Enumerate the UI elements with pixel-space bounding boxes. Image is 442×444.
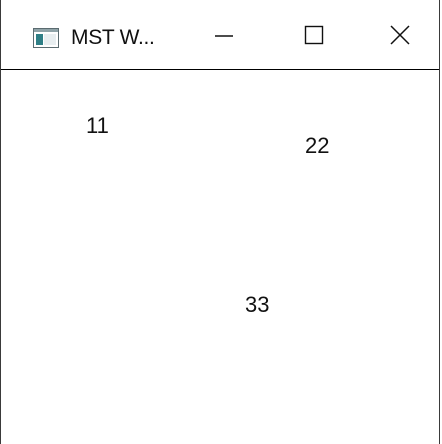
minimize-icon	[214, 25, 234, 45]
maximize-icon	[304, 25, 324, 45]
close-button[interactable]	[359, 0, 441, 70]
maximize-button[interactable]	[269, 0, 359, 70]
window-title: MST W...	[71, 26, 155, 49]
minimize-button[interactable]	[179, 0, 269, 70]
app-window: MST W... 11 22 33	[0, 0, 440, 444]
app-window-icon	[33, 28, 59, 48]
label-33: 33	[245, 292, 270, 317]
close-icon	[389, 24, 411, 46]
label-11: 11	[86, 113, 109, 138]
title-bar[interactable]: MST W...	[1, 0, 439, 70]
label-22: 22	[305, 133, 330, 158]
